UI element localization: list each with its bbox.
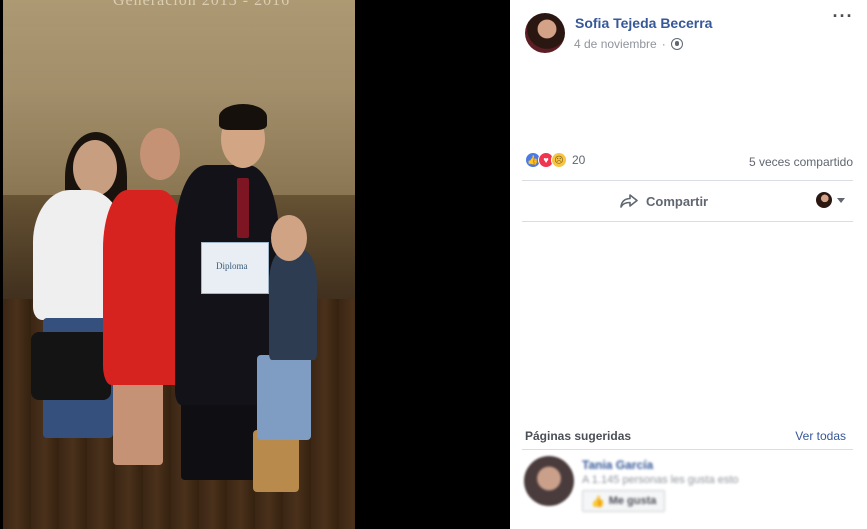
tie: [237, 178, 249, 238]
person-head: [271, 215, 307, 261]
suggested-pages-title: Páginas sugeridas: [525, 429, 632, 443]
person-body: [269, 250, 317, 360]
photo-viewer: Generación 2013 - 2016 Diploma: [0, 0, 510, 529]
person-hair: [219, 104, 267, 130]
reaction-count: 20: [572, 153, 586, 167]
globe-icon[interactable]: [670, 38, 683, 50]
suggested-page-likes: A 1.145 personas les gusta esto: [582, 474, 739, 486]
like-page-button[interactable]: 👍 Me gusta: [582, 490, 666, 512]
more-options-icon[interactable]: ···: [831, 7, 855, 30]
divider: [522, 449, 853, 450]
post-as-selector[interactable]: [816, 192, 845, 208]
share-button[interactable]: Compartir: [620, 190, 708, 212]
person-head: [140, 128, 180, 180]
caret-down-icon: [837, 197, 845, 203]
post-sidebar: Sofia Tejeda Becerra 4 de noviembre · ··…: [510, 0, 867, 529]
sad-reaction-icon: ☹: [551, 152, 567, 168]
viewer-avatar: [816, 192, 832, 208]
share-arrow-icon: [620, 194, 638, 208]
divider: [522, 180, 853, 181]
screen-caption: Generación 2013 - 2016: [113, 0, 291, 9]
post-meta: 4 de noviembre ·: [574, 37, 683, 51]
dot-separator: ·: [661, 37, 666, 51]
red-dress: [103, 190, 185, 385]
see-all-link[interactable]: Ver todas: [795, 429, 846, 443]
person-legs: [257, 355, 311, 440]
diploma: Diploma: [201, 242, 269, 294]
author-name[interactable]: Sofia Tejeda Becerra: [575, 15, 712, 31]
suggested-page-avatar[interactable]: [524, 456, 574, 506]
person-legs: [113, 380, 163, 465]
person-head: [73, 140, 117, 196]
thumbs-up-icon: 👍: [591, 495, 605, 508]
post-photo[interactable]: Generación 2013 - 2016 Diploma: [3, 0, 355, 529]
author-avatar[interactable]: [525, 13, 565, 53]
handbag: [31, 332, 111, 400]
projection-screen: Generación 2013 - 2016: [3, 0, 355, 195]
post-date[interactable]: 4 de noviembre: [574, 37, 657, 51]
suggested-page-name[interactable]: Tania García: [582, 458, 653, 472]
like-page-label: Me gusta: [608, 495, 657, 507]
reactions-summary[interactable]: 👍 ♥ ☹ 20: [525, 152, 585, 168]
diploma-text: Diploma: [216, 261, 248, 271]
share-count[interactable]: 5 veces compartido: [749, 155, 853, 169]
divider: [522, 221, 853, 222]
share-label: Compartir: [646, 193, 709, 209]
